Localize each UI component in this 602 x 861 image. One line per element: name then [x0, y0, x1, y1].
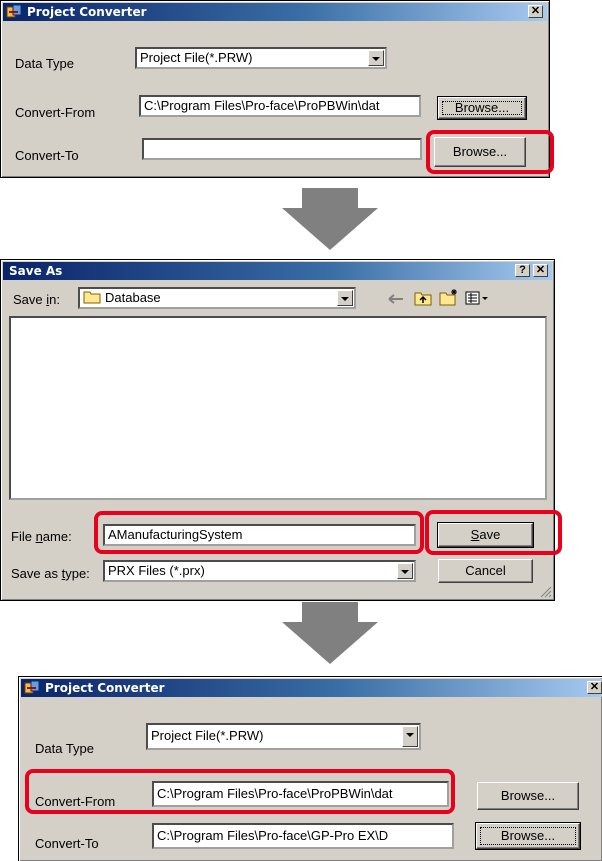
- dialog-title: Save As: [9, 264, 63, 278]
- dialog-title: Project Converter: [45, 681, 165, 695]
- down-arrow-icon: [282, 188, 378, 250]
- save-label: Save: [470, 527, 501, 542]
- save-in-value: Database: [105, 290, 161, 305]
- cancel-button[interactable]: Cancel: [438, 559, 533, 583]
- focus-ring: [480, 827, 576, 845]
- browse-from-button[interactable]: Browse...: [437, 96, 527, 120]
- browse-from-button[interactable]: Browse...: [477, 782, 579, 810]
- data-type-value: Project File(*.PRW): [140, 50, 253, 65]
- convert-from-value: C:\Program Files\Pro-face\ProPBWin\dat: [157, 786, 393, 801]
- cancel-label: Cancel: [465, 563, 506, 578]
- up-folder-icon[interactable]: [414, 290, 432, 306]
- down-arrow-icon: [282, 602, 378, 664]
- file-name-input[interactable]: AManufacturingSystem: [103, 524, 416, 546]
- data-type-label: Data Type: [15, 56, 75, 71]
- data-type-label: Data Type: [35, 741, 95, 756]
- chevron-down-icon[interactable]: [402, 726, 418, 747]
- convert-from-label: Convert-From: [35, 794, 116, 809]
- convert-to-value: C:\Program Files\Pro-face\GP-Pro EX\D: [157, 828, 389, 843]
- help-icon[interactable]: ?: [515, 264, 530, 277]
- converter-app-icon: [24, 680, 40, 694]
- close-icon[interactable]: ✕: [528, 5, 543, 18]
- title-bar[interactable]: Project Converter ✕: [3, 3, 547, 21]
- project-converter-dialog-1: Project Converter ✕ Data Type Project Fi…: [0, 0, 550, 178]
- project-converter-dialog-2: Project Converter ✕ Data Type Project Fi…: [18, 676, 602, 861]
- save-as-type-label: Save as type:: [11, 566, 90, 581]
- convert-to-label: Convert-To: [15, 148, 79, 163]
- convert-from-field[interactable]: C:\Program Files\Pro-face\ProPBWin\dat: [152, 781, 449, 807]
- browse-from-label: Browse...: [500, 788, 556, 803]
- data-type-select[interactable]: Project File(*.PRW): [146, 723, 421, 750]
- back-arrow-icon[interactable]: [387, 292, 405, 306]
- dialog-title: Project Converter: [27, 5, 147, 19]
- convert-to-label: Convert-To: [35, 836, 99, 851]
- chevron-down-icon[interactable]: [337, 290, 353, 306]
- chevron-down-icon[interactable]: [397, 563, 413, 579]
- title-bar[interactable]: Save As ? ✕: [3, 262, 552, 280]
- browse-to-button[interactable]: Browse...: [475, 822, 581, 850]
- save-in-select[interactable]: Database: [78, 287, 356, 309]
- new-folder-icon[interactable]: [439, 288, 459, 306]
- file-list-pane[interactable]: [9, 316, 547, 500]
- save-as-type-select[interactable]: PRX Files (*.prx): [103, 560, 416, 582]
- browse-to-label: Browse...: [452, 144, 508, 159]
- resize-grip-icon[interactable]: [540, 586, 552, 598]
- save-as-type-value: PRX Files (*.prx): [108, 563, 205, 578]
- convert-to-field[interactable]: [142, 138, 422, 160]
- focus-ring: [442, 101, 522, 115]
- convert-from-field[interactable]: C:\Program Files\Pro-face\ProPBWin\dat: [139, 95, 421, 117]
- folder-icon: [83, 291, 101, 304]
- convert-from-value: C:\Program Files\Pro-face\ProPBWin\dat: [144, 98, 380, 113]
- close-icon[interactable]: ✕: [533, 264, 548, 277]
- save-in-label: Save in:: [13, 292, 60, 307]
- convert-to-field[interactable]: C:\Program Files\Pro-face\GP-Pro EX\D: [152, 823, 454, 849]
- title-bar[interactable]: Project Converter ✕: [21, 679, 602, 697]
- browse-to-button[interactable]: Browse...: [434, 137, 526, 167]
- file-name-value: AManufacturingSystem: [108, 527, 243, 542]
- save-button[interactable]: Save: [437, 522, 534, 548]
- data-type-select[interactable]: Project File(*.PRW): [135, 47, 387, 69]
- data-type-value: Project File(*.PRW): [151, 728, 264, 743]
- converter-app-icon: [6, 4, 22, 18]
- save-as-dialog: Save As ? ✕ Save in: Database File name:…: [0, 259, 555, 601]
- convert-from-label: Convert-From: [15, 105, 96, 120]
- chevron-down-icon[interactable]: [368, 50, 384, 66]
- file-name-label: File name:: [11, 529, 72, 544]
- view-menu-icon[interactable]: [465, 290, 489, 306]
- close-icon[interactable]: ✕: [587, 681, 602, 694]
